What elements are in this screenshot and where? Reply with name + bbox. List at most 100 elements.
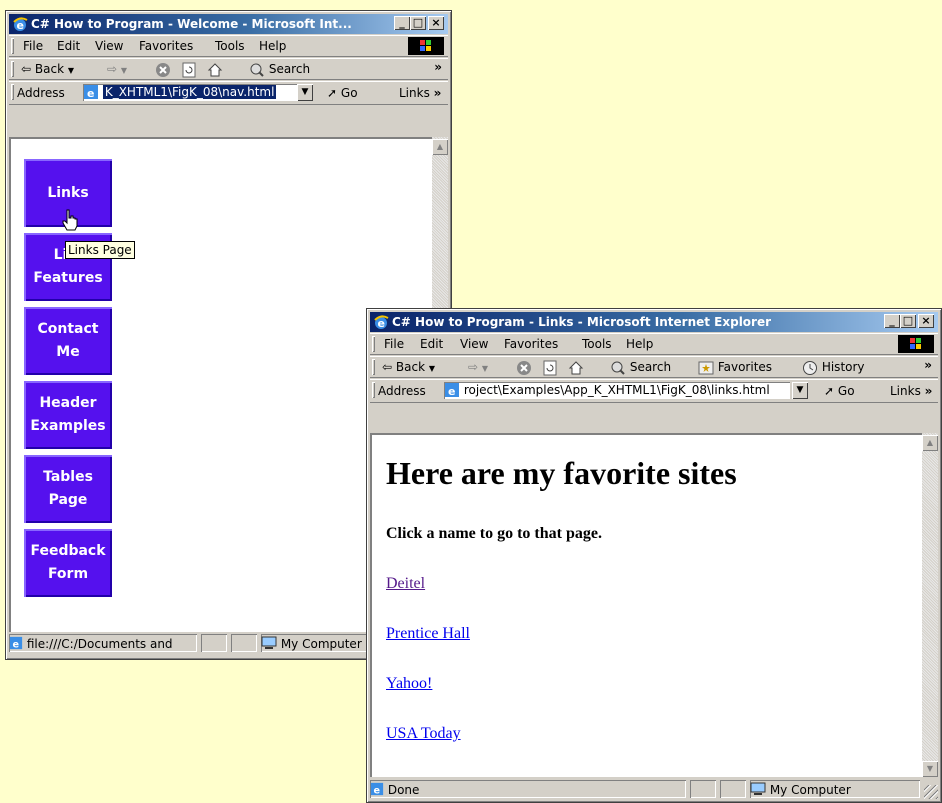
- forward-button[interactable]: ⇨ ▼: [468, 357, 488, 379]
- menu-tools[interactable]: Tools: [582, 334, 612, 354]
- menu-view[interactable]: View: [95, 36, 123, 56]
- home-icon: [207, 62, 223, 76]
- search-label: Search: [629, 360, 672, 374]
- page-icon: e: [84, 85, 98, 100]
- go-button[interactable]: ➚ Go: [327, 83, 358, 103]
- links-label: Links: [890, 384, 921, 398]
- links-button[interactable]: Links »: [890, 381, 932, 401]
- scroll-up-button[interactable]: ▲: [922, 435, 938, 451]
- menu-favorites[interactable]: Favorites: [504, 334, 558, 354]
- history-icon: [803, 360, 817, 375]
- menu-help[interactable]: Help: [626, 334, 653, 354]
- toolbar-overflow-icon[interactable]: »: [434, 57, 442, 77]
- menu-tools[interactable]: Tools: [215, 36, 245, 56]
- favorites-button[interactable]: Favorites: [698, 357, 772, 377]
- maximize-button[interactable]: □: [410, 16, 426, 30]
- window-title: C# How to Program - Links - Microsoft In…: [392, 315, 772, 329]
- page-icon: e: [9, 636, 23, 650]
- chevron-down-icon: ▼: [120, 66, 128, 75]
- computer-icon: [261, 636, 277, 649]
- close-button[interactable]: ×: [428, 16, 444, 30]
- window-title: C# How to Program - Welcome - Microsoft …: [31, 17, 352, 31]
- link-usa-today[interactable]: USA Today: [386, 725, 461, 743]
- back-button[interactable]: ⇦ Back ▼: [382, 357, 435, 379]
- back-button[interactable]: ⇦ Back ▼: [21, 59, 74, 81]
- chevron-down-icon: ▼: [481, 364, 489, 373]
- home-button[interactable]: [207, 59, 223, 79]
- minimize-button[interactable]: _: [394, 16, 410, 30]
- address-label: Address: [17, 86, 65, 100]
- status-text-pane: e file:///C:/Documents and: [9, 634, 197, 652]
- status-pane-empty: [720, 780, 746, 798]
- home-button[interactable]: [568, 357, 584, 377]
- menu-view[interactable]: View: [460, 334, 488, 354]
- nav-button-tables-page[interactable]: Tables Page: [24, 455, 112, 523]
- scroll-down-button[interactable]: ▼: [922, 761, 938, 777]
- links-button[interactable]: Links »: [399, 83, 441, 103]
- home-icon: [568, 360, 584, 374]
- address-grip: [372, 382, 375, 398]
- link-yahoo[interactable]: Yahoo!: [386, 675, 432, 693]
- resize-grip[interactable]: [924, 785, 938, 799]
- nav-button-contact-me[interactable]: Contact Me: [24, 307, 112, 375]
- page-icon: e: [445, 383, 459, 398]
- forward-button[interactable]: ⇨ ▼: [107, 59, 127, 81]
- back-arrow-icon: ⇦: [382, 360, 393, 374]
- link-deitel[interactable]: Deitel: [386, 575, 425, 593]
- menu-favorites[interactable]: Favorites: [139, 36, 193, 56]
- nav-button-label: Header: [39, 395, 97, 411]
- menu-edit[interactable]: Edit: [420, 334, 443, 354]
- menu-file[interactable]: File: [23, 36, 43, 56]
- history-button[interactable]: History: [802, 357, 865, 377]
- chevron-right-icon: »: [924, 384, 933, 398]
- menu-grip: [11, 38, 14, 54]
- menu-grip: [372, 336, 375, 352]
- status-zone: My Computer: [769, 783, 851, 797]
- nav-button-label: Page: [48, 492, 88, 508]
- title-bar[interactable]: e C# How to Program - Links - Microsoft …: [370, 312, 938, 332]
- chevron-down-icon: ▼: [67, 66, 75, 75]
- search-label: Search: [268, 62, 311, 76]
- back-label: Back: [395, 360, 426, 374]
- menu-help[interactable]: Help: [259, 36, 286, 56]
- refresh-button[interactable]: [181, 59, 197, 79]
- tooltip: Links Page: [65, 241, 135, 259]
- page-content: ▲ ▼ Here are my favorite sites Click a n…: [370, 433, 938, 777]
- close-button[interactable]: ×: [918, 314, 934, 328]
- search-icon: [250, 63, 264, 77]
- stop-button[interactable]: [516, 357, 532, 377]
- svg-text:e: e: [87, 87, 94, 100]
- address-dropdown-button[interactable]: ▼: [297, 84, 313, 101]
- maximize-button[interactable]: □: [900, 314, 916, 328]
- address-input[interactable]: e roject\Examples\App_K_XHTML1\FigK_08\l…: [444, 382, 790, 399]
- status-pane-empty: [690, 780, 716, 798]
- toolbar-overflow-icon[interactable]: »: [924, 355, 932, 375]
- stop-button[interactable]: [155, 59, 171, 79]
- search-button[interactable]: Search: [249, 59, 310, 79]
- nav-button-header-examples[interactable]: Header Examples: [24, 381, 112, 449]
- go-button[interactable]: ➚ Go: [824, 381, 855, 401]
- status-text: file:///C:/Documents and: [26, 637, 173, 651]
- nav-button-feedback-form[interactable]: Feedback Form: [24, 529, 112, 597]
- menu-edit[interactable]: Edit: [57, 36, 80, 56]
- address-dropdown-button[interactable]: ▼: [792, 382, 808, 399]
- menu-bar: File Edit View Favorites Tools Help: [9, 35, 448, 57]
- status-text-pane: e Done: [370, 780, 686, 798]
- go-arrow-icon: ➚: [824, 384, 835, 398]
- vertical-scrollbar[interactable]: ▲ ▼: [922, 433, 938, 777]
- address-input[interactable]: e K_XHTML1\FigK_08\nav.html: [83, 84, 297, 101]
- address-value: roject\Examples\App_K_XHTML1\FigK_08\lin…: [463, 383, 770, 397]
- svg-text:e: e: [374, 785, 381, 796]
- refresh-icon: [543, 360, 557, 375]
- nav-button-label: Form: [47, 566, 89, 582]
- minimize-button[interactable]: _: [884, 314, 900, 328]
- search-button[interactable]: Search: [610, 357, 671, 377]
- scroll-up-button[interactable]: ▲: [432, 139, 448, 155]
- refresh-button[interactable]: [542, 357, 558, 377]
- title-bar[interactable]: e C# How to Program - Welcome - Microsof…: [9, 14, 448, 34]
- menu-file[interactable]: File: [384, 334, 404, 354]
- refresh-icon: [182, 62, 196, 77]
- chevron-right-icon: »: [433, 86, 442, 100]
- favorites-label: Favorites: [717, 360, 773, 374]
- link-prentice-hall[interactable]: Prentice Hall: [386, 625, 470, 643]
